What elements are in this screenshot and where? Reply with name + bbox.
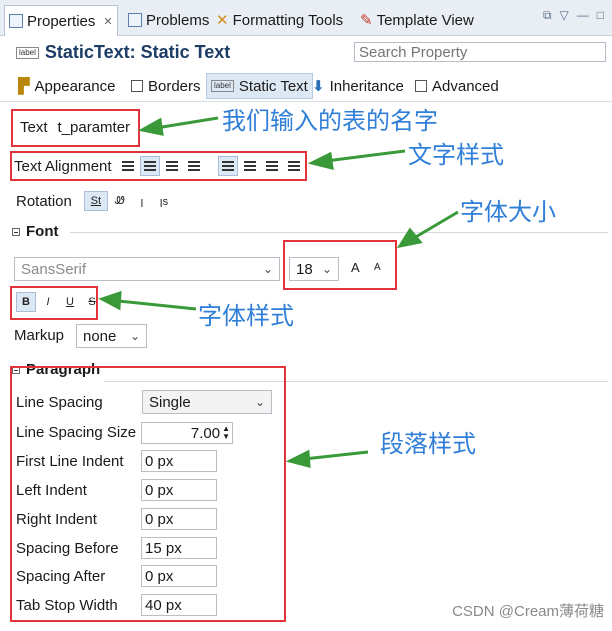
markup-label: Markup (14, 327, 65, 344)
tab-static-text[interactable]: label Static Text (206, 73, 313, 99)
markup-row: Markup (14, 327, 64, 344)
tab-formatting-tools[interactable]: ✕ Formatting Tools (212, 6, 347, 34)
tab-template-view-label: Template View (376, 11, 474, 29)
element-title: label StaticText: Static Text (16, 42, 230, 63)
view-tab-bar: Properties ✕ Problems ✕ Formatting Tools… (0, 0, 612, 36)
element-title-text: StaticText: Static Text (44, 42, 231, 62)
arrowhead-font-style (98, 290, 122, 311)
font-family-value: SansSerif (21, 260, 87, 278)
tab-template-view[interactable]: ✎ Template View (356, 6, 478, 34)
arrowhead-text (137, 117, 164, 136)
properties-icon (9, 14, 23, 28)
highlight-box-alignment (10, 151, 307, 181)
rotation-upside-down-icon[interactable]: ꞁs (154, 191, 174, 211)
maximize-icon[interactable]: □ (597, 8, 604, 23)
tab-properties-label: Properties (27, 12, 96, 30)
arrow-font-style (117, 299, 197, 311)
tab-appearance-label: Appearance (34, 77, 116, 95)
rotation-left-icon[interactable]: Ꮺ (110, 191, 130, 211)
font-section-title: Font (26, 223, 59, 240)
rotation-row: Rotation St Ꮺ ꞁ ꞁs (16, 190, 176, 212)
borders-icon (131, 80, 143, 92)
static-text-icon: label (16, 46, 39, 59)
tab-advanced-label: Advanced (432, 77, 499, 95)
collapse-icon[interactable] (12, 227, 20, 236)
tab-inheritance-label: Inheritance (329, 77, 404, 95)
tab-appearance[interactable]: ▛ Appearance (14, 73, 119, 99)
arrow-alignment (325, 149, 406, 163)
annotation-text-style: 文字样式 (408, 141, 504, 169)
static-text-tab-icon: label (211, 80, 234, 92)
rotation-right-icon[interactable]: ꞁ (132, 191, 152, 211)
tab-advanced[interactable]: Advanced (411, 73, 503, 99)
tab-properties[interactable]: Properties ✕ (4, 5, 118, 36)
highlight-box-text (11, 109, 140, 147)
view-menu-icon[interactable]: ▽ (560, 8, 569, 23)
arrowhead-alignment (307, 151, 334, 170)
markup-select[interactable]: none ⌄ (76, 324, 147, 348)
font-section-header[interactable]: Font (12, 223, 58, 240)
watermark: CSDN @Cream薄荷糖 (452, 603, 604, 620)
highlight-box-font-size (283, 240, 397, 290)
arrow-paragraph (303, 450, 369, 461)
arrowhead-paragraph (285, 449, 311, 468)
highlight-box-paragraph (10, 366, 286, 622)
pencil-icon: ✎ (360, 12, 373, 29)
annotation-font-size: 字体大小 (460, 198, 556, 226)
rotation-none-icon[interactable]: St (83, 191, 108, 211)
tab-problems[interactable]: Problems (124, 6, 213, 34)
minimize-icon[interactable]: — (577, 8, 589, 23)
wrench-icon: ✕ (216, 12, 229, 29)
chevron-down-icon: ⌄ (262, 262, 273, 276)
property-category-tabs: ▛ Appearance Borders label Static Text ⬇… (0, 70, 612, 102)
divider (70, 232, 608, 233)
chevron-down-icon: ⌄ (129, 329, 140, 343)
appearance-icon: ▛ (18, 78, 30, 95)
tab-inheritance[interactable]: ⬇ Inheritance (308, 73, 408, 99)
inheritance-icon: ⬇ (312, 78, 325, 95)
problems-icon (128, 13, 142, 27)
highlight-box-font-style (10, 286, 98, 320)
annotation-text-name: 我们输入的表的名字 (222, 107, 438, 135)
view-toolbar: ⧉ ▽ — □ (543, 8, 604, 23)
tab-formatting-tools-label: Formatting Tools (232, 11, 344, 29)
arrow-text (155, 116, 219, 130)
rotation-label: Rotation (16, 192, 72, 210)
markup-value: none (83, 327, 117, 345)
tab-problems-label: Problems (146, 11, 210, 29)
advanced-icon (415, 80, 427, 92)
font-family-select[interactable]: SansSerif ⌄ (14, 257, 280, 281)
close-icon[interactable]: ✕ (103, 15, 112, 28)
tab-borders-label: Borders (148, 77, 201, 95)
tab-static-text-label: Static Text (238, 77, 308, 95)
tab-borders[interactable]: Borders (127, 73, 205, 99)
search-property-input[interactable] (354, 42, 606, 62)
new-view-icon[interactable]: ⧉ (543, 8, 552, 23)
arrow-font-size (413, 210, 459, 240)
annotation-font-style: 字体样式 (198, 302, 294, 330)
annotation-paragraph-style: 段落样式 (380, 430, 476, 458)
